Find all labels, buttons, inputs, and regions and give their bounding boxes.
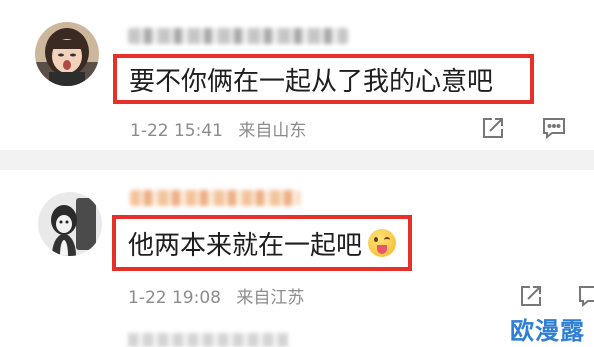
comment-meta: 1-22 19:08 来自江苏 — [128, 283, 304, 308]
tongue-out-emoji-icon — [368, 229, 397, 257]
section-divider — [0, 150, 594, 170]
avatar[interactable] — [35, 22, 99, 86]
comment-meta: 1-22 15:41 来自山东 — [130, 116, 306, 141]
watermark: 欧漫露 — [510, 317, 585, 345]
comment-text-highlight: 要不你俩在一起从了我的心意吧 — [113, 54, 534, 104]
comment-item: 他两本来就在一起吧 1-22 19:08 来自江苏 — [0, 170, 594, 320]
comment-item: 要不你俩在一起从了我的心意吧 1-22 15:41 来自山东 — [0, 0, 594, 150]
next-comment-preview — [128, 333, 288, 347]
blurred-username — [130, 190, 300, 206]
comment-location: 来自江苏 — [236, 288, 305, 308]
share-icon[interactable] — [480, 115, 506, 141]
comment-text-highlight: 他两本来就在一起吧 — [112, 215, 412, 271]
comment-text: 他两本来就在一起吧 — [128, 230, 363, 261]
comment-location: 来自山东 — [238, 121, 307, 141]
blurred-username — [128, 28, 348, 44]
comment-icon[interactable] — [577, 283, 594, 309]
comment-date: 1-22 19:08 — [128, 288, 221, 308]
comment-date: 1-22 15:41 — [130, 121, 223, 141]
share-icon[interactable] — [518, 283, 544, 309]
comment-text: 要不你俩在一起从了我的心意吧 — [129, 66, 494, 97]
avatar[interactable] — [38, 192, 102, 256]
comment-icon[interactable] — [541, 115, 567, 141]
